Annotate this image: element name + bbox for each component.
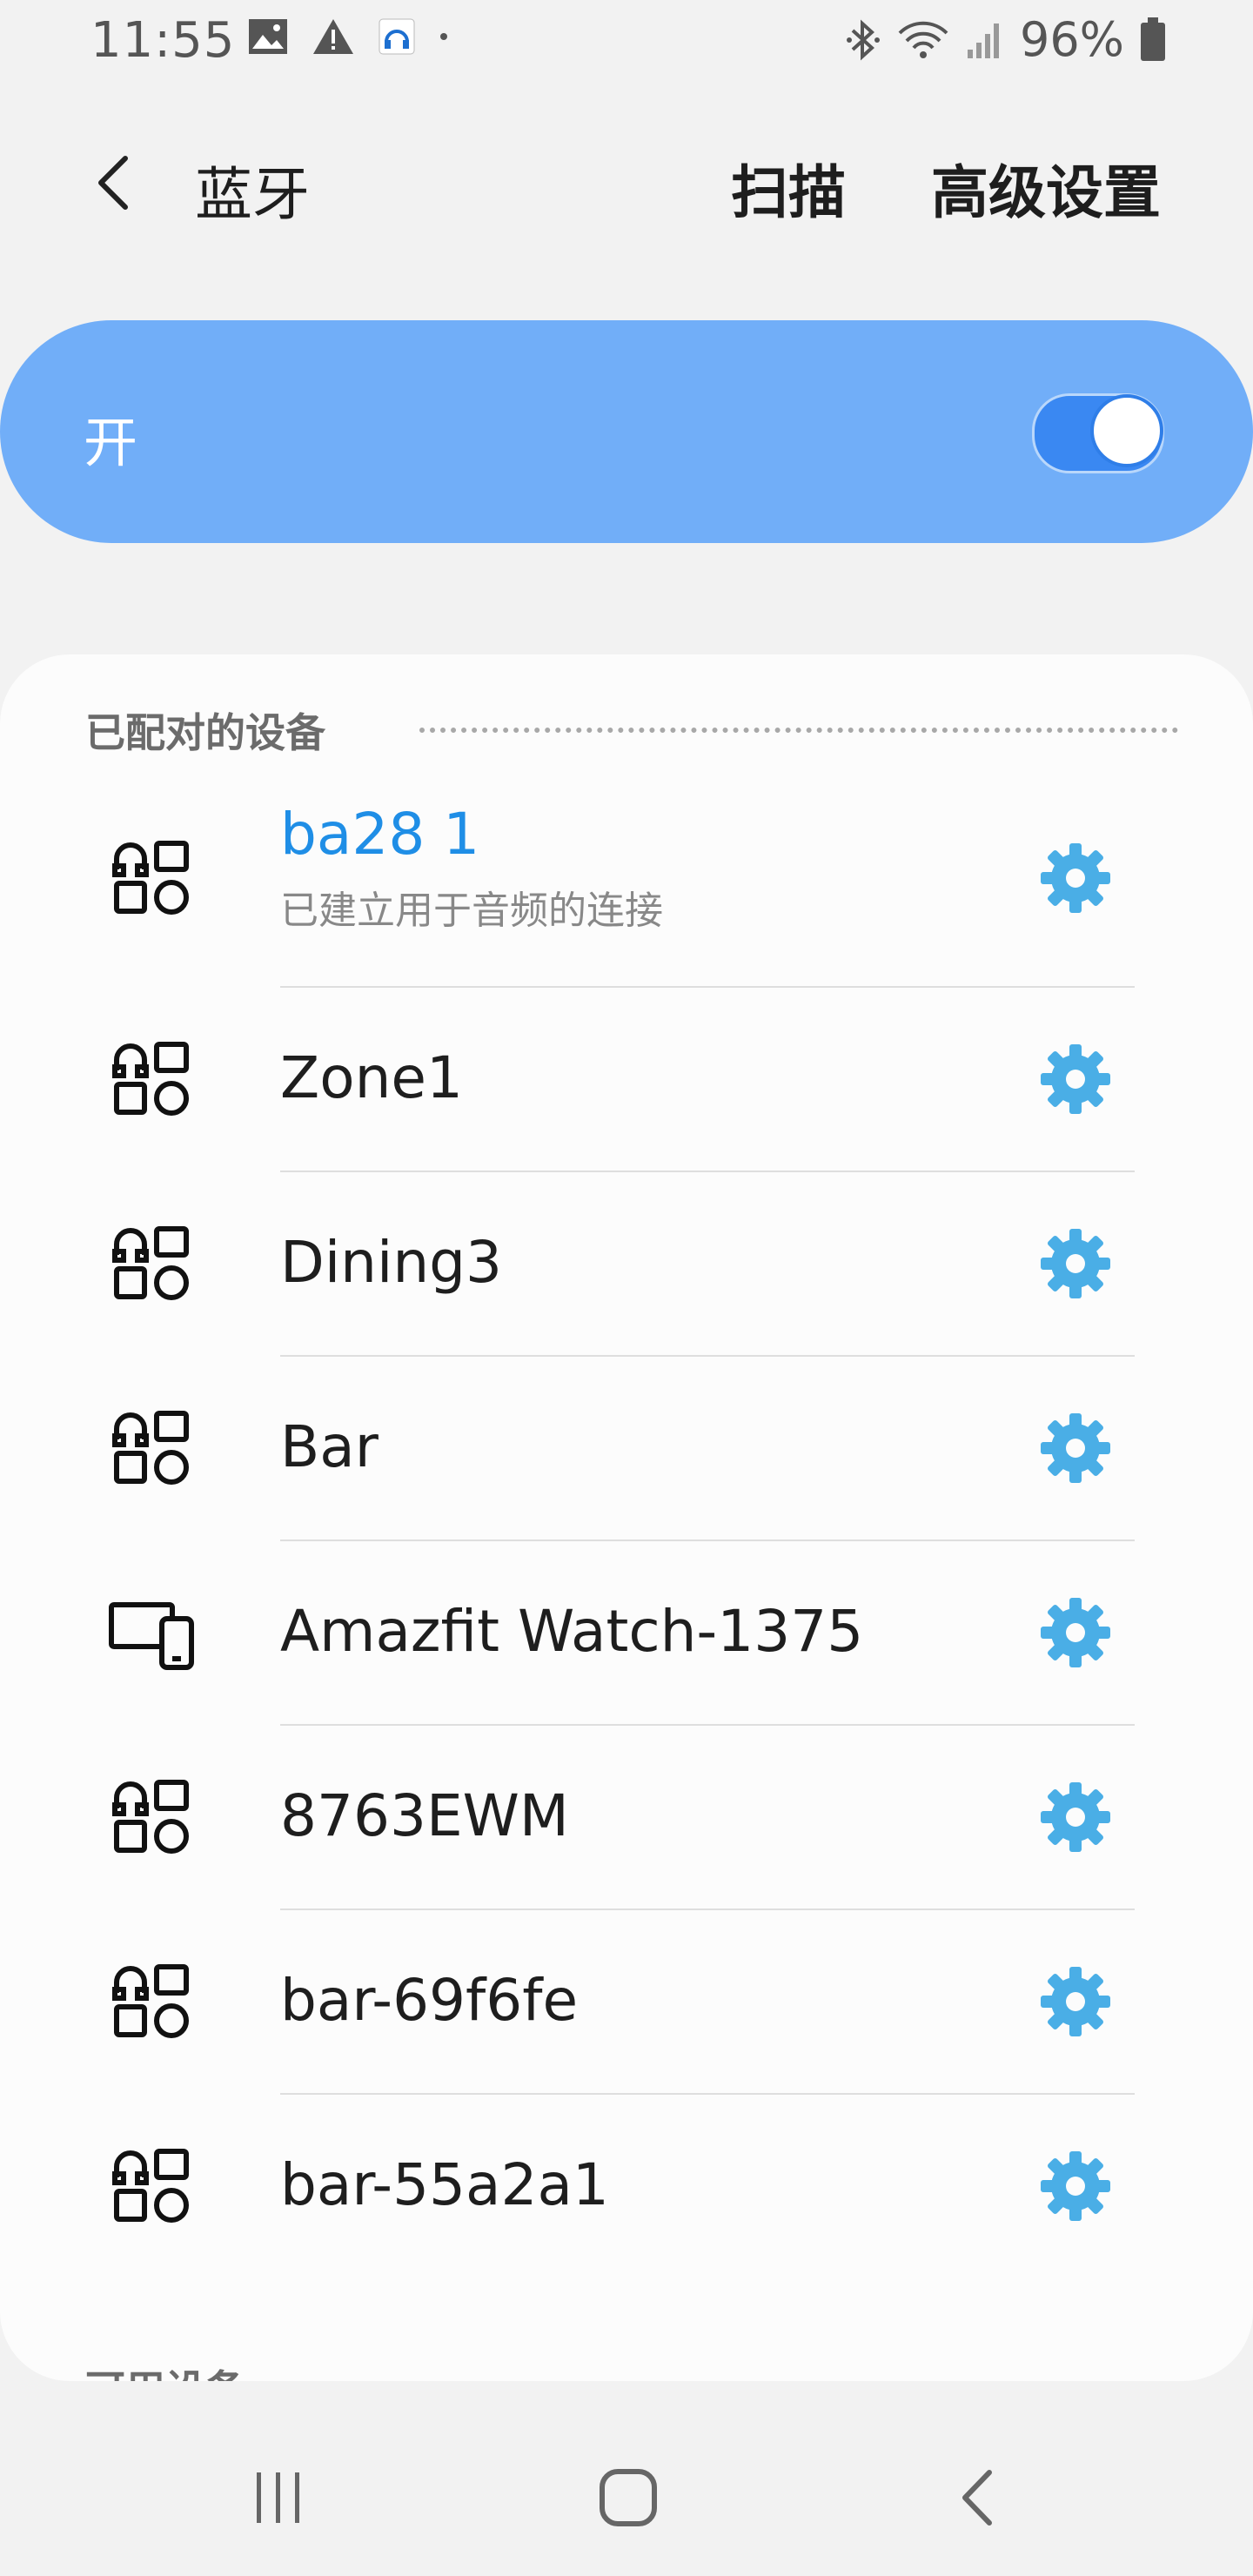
advanced-settings-button[interactable]: 高级设置 (931, 146, 1161, 230)
gear-icon[interactable] (1037, 1225, 1114, 1302)
back-arrow-icon[interactable] (80, 148, 150, 218)
bluetooth-switch[interactable] (1032, 393, 1164, 473)
available-devices-heading: 可用设备 (85, 2358, 245, 2381)
headphones-icon (108, 1958, 195, 2045)
scan-button[interactable]: 扫描 (731, 146, 846, 230)
bluetooth-master-toggle[interactable]: 开 (0, 320, 1253, 543)
switch-knob (1090, 394, 1163, 467)
headphones-icon (108, 835, 195, 922)
recents-icon[interactable] (218, 2437, 339, 2559)
status-bar: 11:55 96% (0, 0, 1253, 87)
back-icon[interactable] (919, 2437, 1041, 2559)
device-name: ba28 1 (280, 801, 480, 868)
device-row[interactable]: 8763EWM (0, 1725, 1253, 1909)
device-row[interactable]: Zone1 (0, 987, 1253, 1171)
gear-icon[interactable] (1037, 1594, 1114, 1671)
headphones-icon (108, 1405, 195, 1492)
signal-icon (966, 20, 1004, 60)
device-list-card: 已配对的设备 ba28 1 已建立用于音频的连接 Zone1 Dining3 Bar Am… (0, 654, 1253, 2381)
gear-icon[interactable] (1037, 2148, 1114, 2224)
image-icon (247, 17, 289, 56)
device-name: Amazfit Watch-1375 (280, 1598, 864, 1665)
devices-icon (108, 1589, 195, 1676)
headphones-icon (108, 1220, 195, 1307)
wifi-icon (896, 19, 950, 61)
headset-app-icon (378, 17, 416, 56)
device-row[interactable]: ba28 1 已建立用于音频的连接 (0, 769, 1253, 987)
paired-devices-header: 已配对的设备 (85, 701, 325, 759)
device-row[interactable]: Bar (0, 1356, 1253, 1540)
bluetooth-icon (846, 18, 881, 62)
gear-icon[interactable] (1037, 1041, 1114, 1117)
device-name: bar-69f6fe (280, 1967, 579, 2034)
status-time: 11:55 (90, 12, 236, 69)
system-navigation-bar (0, 2419, 1253, 2576)
home-icon[interactable] (567, 2437, 689, 2559)
warning-icon (312, 17, 355, 56)
device-row[interactable]: bar-55a2a1 (0, 2094, 1253, 2278)
device-name: Bar (280, 1413, 379, 1480)
battery-icon (1140, 17, 1166, 63)
headphones-icon (108, 1036, 195, 1123)
headphones-icon (108, 2143, 195, 2230)
gear-icon[interactable] (1037, 1963, 1114, 2040)
gear-icon[interactable] (1037, 840, 1114, 916)
gear-icon[interactable] (1037, 1779, 1114, 1855)
device-name: bar-55a2a1 (280, 2151, 609, 2218)
dot-icon (439, 31, 449, 42)
device-name: 8763EWM (280, 1782, 569, 1849)
available-devices-header: 可用设备 (85, 2358, 245, 2381)
app-bar: 蓝牙 扫描 高级设置 (0, 122, 1253, 244)
device-row[interactable]: Amazfit Watch-1375 (0, 1540, 1253, 1725)
device-status: 已建立用于音频的连接 (280, 889, 663, 933)
headphones-icon (108, 1774, 195, 1861)
battery-percent: 96% (1019, 12, 1124, 67)
device-row[interactable]: bar-69f6fe (0, 1909, 1253, 2094)
paired-devices-heading: 已配对的设备 (85, 709, 325, 756)
device-name: Zone1 (280, 1044, 464, 1111)
gear-icon[interactable] (1037, 1410, 1114, 1486)
section-divider (419, 728, 1178, 733)
device-name: Dining3 (280, 1229, 503, 1296)
toggle-label: 开 (84, 411, 138, 474)
device-row[interactable]: Dining3 (0, 1171, 1253, 1356)
page-title: 蓝牙 (195, 161, 310, 228)
